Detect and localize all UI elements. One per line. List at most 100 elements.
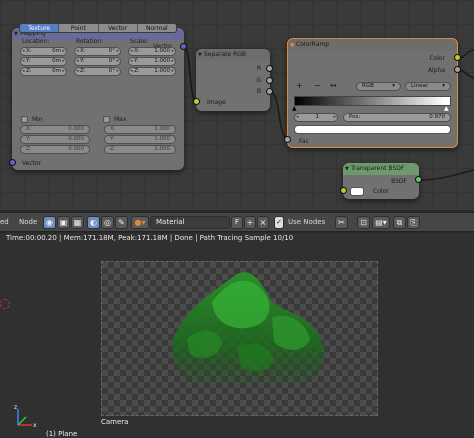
copy-icon: ⧉ [396,218,403,227]
backdrop-icon: ✂ [338,218,345,227]
min-y-field[interactable]: Y: 0.000 [20,135,90,144]
world-shader-button[interactable]: ◎ [101,216,114,229]
linestyle-shader-button[interactable]: ✎ [115,216,128,229]
copy-nodes-button[interactable]: ⧉ [393,216,406,229]
separate-output-r-socket[interactable] [266,65,273,72]
mapping-input-vector-label: Vector [22,160,42,167]
node-menu[interactable]: Node [19,218,37,226]
separate-output-g-label: G [256,77,261,84]
collapse-icon[interactable]: ▼ [345,163,349,175]
stop-position-field[interactable]: Pos: 0.970 [343,113,451,122]
max-checkbox[interactable] [103,116,110,123]
object-shader-button[interactable]: ◐ [87,216,100,229]
location-z-field[interactable]: ◂ Z: 0m ▸ [20,67,67,76]
chevron-down-icon: ▾ [392,83,395,89]
transparent-bsdf-node[interactable]: ▼ Transparent BSDF BSDF Color [343,163,419,199]
tab-texture[interactable]: Texture [20,24,60,32]
texture-icon: ▦ [73,218,82,227]
snap-toggle[interactable]: ⊡ [357,216,370,229]
rotation-label: Rotation: [76,38,104,45]
axis-gizmo-icon: x z [14,404,37,429]
shader-icon: ◉ [46,218,53,227]
ramp-stop-white[interactable]: ▲ [444,105,449,112]
unlink-material-button[interactable]: × [257,216,269,229]
colorramp-output-color-socket[interactable] [454,54,461,61]
color-ramp-gradient[interactable] [294,96,451,106]
collapse-icon[interactable]: ▼ [14,28,18,40]
compositing-nodes-button[interactable]: ▣ [57,216,70,229]
use-nodes-label: Use Nodes [288,218,326,226]
min-x-field[interactable]: X: 0.000 [20,125,90,134]
tab-normal[interactable]: Normal [137,24,176,32]
location-y-field[interactable]: ◂ Y: 0m ▸ [20,57,67,66]
camera-frame [101,261,378,416]
interpolation-select[interactable]: Linear ▾ [405,82,451,91]
shader-nodes-button[interactable]: ◉ [43,216,56,229]
texture-nodes-button[interactable]: ▦ [71,216,84,229]
ramp-stop-black[interactable]: ▲ [292,105,297,112]
active-object-label: (1) Plane [46,430,78,438]
tab-vector[interactable]: Vector [98,24,138,32]
node-editor-header: ed Node ◉ ▣ ▦ ◐ ◎ ✎ ●▾ Material F + × ✓ … [0,212,474,232]
tab-point[interactable]: Point [59,24,99,32]
max-y-field[interactable]: Y: 1.000 [104,135,176,144]
remove-stop-button[interactable]: − [314,81,321,90]
color-mode-select[interactable]: RGB ▾ [356,82,401,91]
separate-input-image-socket[interactable] [193,98,200,105]
colorramp-input-fac-socket[interactable] [284,136,291,143]
separate-input-image-label: Image [207,99,226,106]
svg-text:x: x [33,422,37,429]
separate-output-b-socket[interactable] [266,88,273,95]
material-browse-button[interactable]: ●▾ [131,216,149,229]
add-stop-button[interactable]: + [296,81,303,90]
scale-label: Scale: [130,38,149,45]
fake-user-button[interactable]: F [231,216,243,229]
min-z-field[interactable]: Z: 0.000 [20,145,90,154]
stop-index-field[interactable]: ◂ 1 ▸ [294,113,338,122]
backdrop-button[interactable]: ✂ [335,216,348,229]
transparent-input-color-socket[interactable] [340,187,347,194]
flip-ramp-button[interactable]: ↔ [330,81,337,90]
render-viewport[interactable]: Time:00:00.20 | Mem:171.18M, Peak:171.18… [0,233,474,438]
use-nodes-checkbox[interactable]: ✓ [274,216,284,229]
mapping-output-vector-socket[interactable] [180,43,187,50]
location-x-field[interactable]: ◂ X: 0m ▸ [20,47,67,56]
separate-rgb-node[interactable]: ▼ Separate RGB R G B Image [196,49,270,111]
rotation-z-field[interactable]: ◂ Z: 0° ▸ [74,67,121,76]
paste-icon: ⎘ [410,218,417,227]
stop-color-swatch[interactable] [294,125,451,134]
view-menu[interactable]: ed [0,218,9,226]
rotation-x-field[interactable]: ◂ X: 0° ▸ [74,47,121,56]
separate-output-b-label: B [256,88,261,95]
material-name-field[interactable]: Material [150,216,230,229]
node-editor[interactable]: ▼ Mapping Vector Texture Point Vector No… [0,0,474,210]
transparent-color-swatch[interactable] [350,187,364,196]
separate-rgb-header[interactable]: ▼ Separate RGB [196,49,270,61]
scale-z-field[interactable]: ◂ Z: 1.000 ▸ [128,67,176,76]
min-checkbox[interactable] [21,116,28,123]
brush-icon: ✎ [118,218,125,227]
collapse-icon[interactable]: ● [290,39,294,51]
location-label: Location: [22,38,50,45]
transparent-output-bsdf-socket[interactable] [415,176,422,183]
snap-element-select[interactable]: ▤▾ [372,216,390,229]
new-material-button[interactable]: + [244,216,256,229]
paste-nodes-button[interactable]: ⎘ [407,216,420,229]
collapse-icon[interactable]: ▼ [198,49,202,61]
transparent-bsdf-header[interactable]: ▼ Transparent BSDF [343,163,419,175]
scale-x-field[interactable]: ◂ X: 1.000 ▸ [128,47,176,56]
separate-output-g-socket[interactable] [266,77,273,84]
colorramp-node[interactable]: ● ColorRamp Color Alpha + − ↔ RGB ▾ Linea… [287,38,458,148]
max-x-field[interactable]: X: 1.000 [104,125,176,134]
object-icon: ◐ [90,218,97,227]
camera-label: Camera [101,418,129,426]
mapping-type-tabs[interactable]: Texture Point Vector Normal [19,23,177,33]
rotation-y-field[interactable]: ◂ Y: 0° ▸ [74,57,121,66]
colorramp-header[interactable]: ● ColorRamp [288,39,457,51]
rendered-terrain-mesh [172,272,324,392]
colorramp-output-alpha-socket[interactable] [454,66,461,73]
world-icon: ◎ [104,218,111,227]
mapping-input-vector-socket[interactable] [9,159,16,166]
scale-y-field[interactable]: ◂ Y: 1.000 ▸ [128,57,176,66]
max-z-field[interactable]: Z: 1.000 [104,145,176,154]
